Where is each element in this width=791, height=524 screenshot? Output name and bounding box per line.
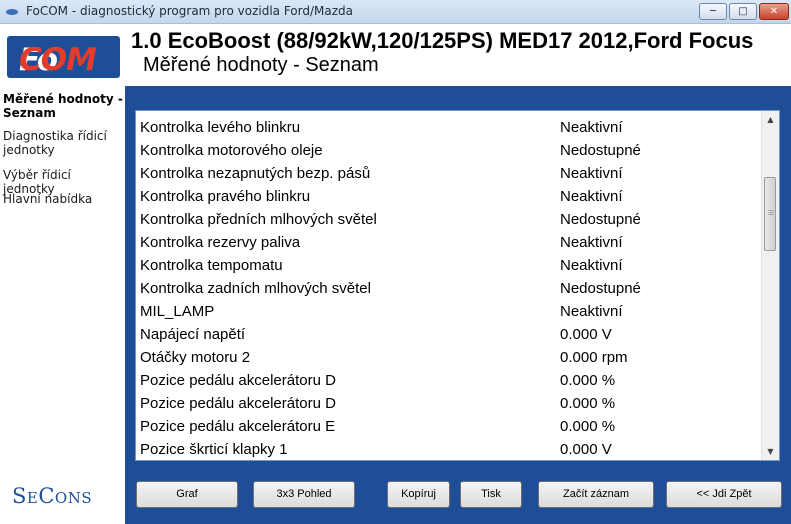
- view-3x3-button[interactable]: 3x3 Pohled: [253, 481, 355, 508]
- minimize-icon: ─: [709, 6, 717, 17]
- sidebar-item-main-menu[interactable]: Hlavní nabídka: [3, 192, 123, 206]
- copy-button[interactable]: Kopíruj: [387, 481, 450, 508]
- focom-logo: Fo COM: [7, 36, 120, 78]
- list-item[interactable]: Kontrolka zadních mlhových světel Nedostu…: [140, 278, 760, 301]
- title-bar: FoCOM - diagnostický program pro vozidla…: [0, 0, 791, 24]
- print-button[interactable]: Tisk: [460, 481, 522, 508]
- list-item[interactable]: Pozice pedálu akcelerátoru D 0.000 %: [140, 393, 760, 416]
- header: Fo COM 1.0 EcoBoost (88/92kW,120/125PS) M…: [0, 24, 791, 86]
- close-icon: ✕: [769, 6, 779, 17]
- list-item[interactable]: Pozice škrticí klapky 1 0.000 V: [140, 439, 760, 460]
- list-item[interactable]: Kontrolka levého blinkru Neaktivní: [140, 117, 760, 140]
- list-item[interactable]: Kontrolka motorového oleje Nedostupné: [140, 140, 760, 163]
- list-item[interactable]: Kontrolka nezapnutých bezp. pásů Neaktivn…: [140, 163, 760, 186]
- measured-values-list[interactable]: Kontrolka levého blinkru Neaktivní Kontro…: [135, 110, 780, 461]
- scroll-up-arrow-icon[interactable]: ▲: [762, 111, 779, 128]
- maximize-button[interactable]: □: [729, 3, 757, 20]
- start-recording-button[interactable]: Začít záznam: [538, 481, 654, 508]
- list-item[interactable]: Kontrolka rezervy paliva Neaktivní: [140, 232, 760, 255]
- scrollbar-thumb[interactable]: — — —: [764, 177, 776, 251]
- list-item[interactable]: Kontrolka pravého blinkru Neaktivní: [140, 186, 760, 209]
- list-item[interactable]: Kontrolka předních mlhových světel Nedost…: [140, 209, 760, 232]
- graph-button[interactable]: Graf: [136, 481, 238, 508]
- list-item[interactable]: Pozice pedálu akcelerátoru E 0.000 %: [140, 416, 760, 439]
- secons-logo: SECONS: [12, 484, 93, 508]
- vehicle-title: 1.0 EcoBoost (88/92kW,120/125PS) MED17 2…: [131, 28, 754, 53]
- minimize-button[interactable]: ─: [699, 3, 727, 20]
- sidebar: Měřené hodnoty - Seznam Diagnostika řídi…: [0, 86, 125, 524]
- window-title: FoCOM - diagnostický program pro vozidla…: [26, 4, 353, 18]
- list-item[interactable]: Otáčky motoru 2 0.000 rpm: [140, 347, 760, 370]
- list-item[interactable]: Kontrolka tempomatu Neaktivní: [140, 255, 760, 278]
- list-item[interactable]: Napájecí napětí 0.000 V: [140, 324, 760, 347]
- list-item[interactable]: MIL_LAMP Neaktivní: [140, 301, 760, 324]
- list-item[interactable]: Pozice pedálu akcelerátoru D 0.000 %: [140, 370, 760, 393]
- vertical-scrollbar[interactable]: ▲ — — — ▼: [761, 111, 779, 460]
- grip-icon: — — —: [768, 207, 774, 218]
- sidebar-item-measured-values[interactable]: Měřené hodnoty - Seznam: [3, 92, 123, 120]
- main-panel: Kontrolka levého blinkru Neaktivní Kontro…: [125, 86, 791, 524]
- page-title: Měřené hodnoty - Seznam: [143, 54, 379, 76]
- go-back-button[interactable]: << Jdi Zpět: [666, 481, 782, 508]
- sidebar-item-ecu-diagnostics[interactable]: Diagnostika řídicí jednotky: [3, 129, 123, 157]
- scroll-down-arrow-icon[interactable]: ▼: [762, 443, 779, 460]
- app-icon: [6, 9, 18, 15]
- close-button[interactable]: ✕: [759, 3, 789, 20]
- maximize-icon: □: [738, 6, 748, 17]
